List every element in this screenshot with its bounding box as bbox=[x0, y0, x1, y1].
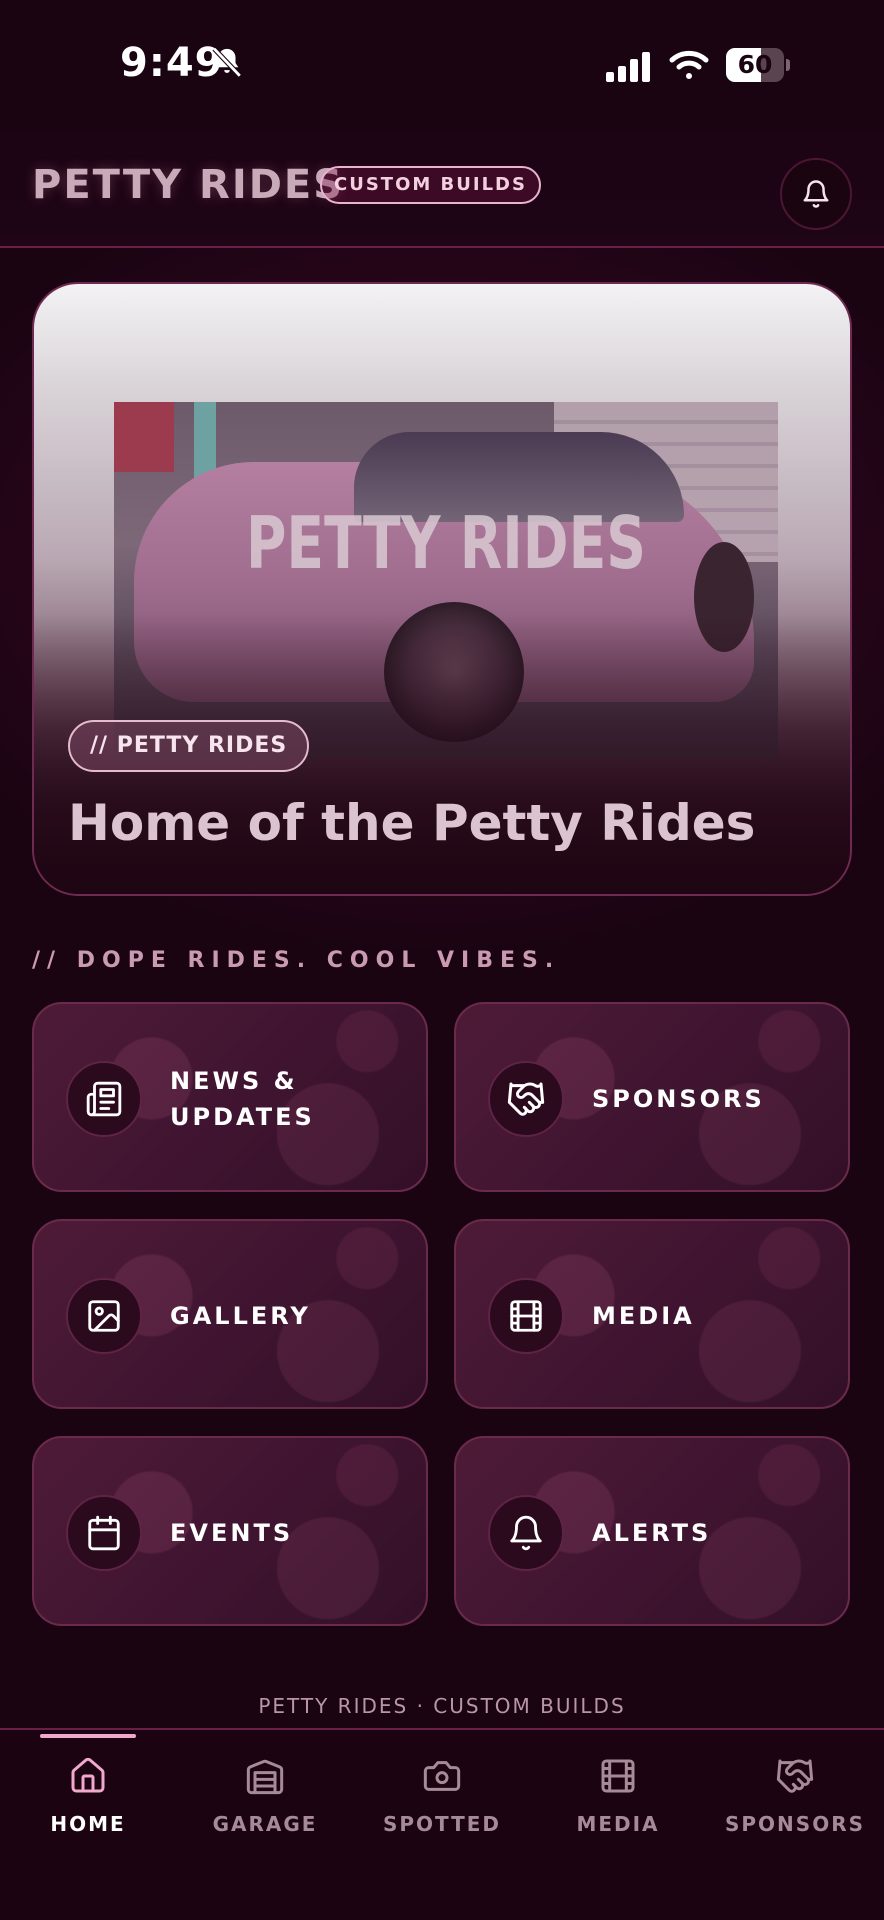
bell-icon bbox=[510, 1515, 542, 1551]
film-icon bbox=[510, 1300, 542, 1332]
nav-media[interactable]: MEDIA bbox=[538, 1756, 698, 1836]
nav-home[interactable]: HOME bbox=[8, 1756, 168, 1836]
bottom-nav: HOME GARAGE SPOTTED MEDIA SPONSORS bbox=[0, 1728, 884, 1920]
battery-level: 60 bbox=[737, 50, 773, 79]
app-header: PETTY RIDES CUSTOM BUILDS bbox=[0, 130, 884, 248]
film-icon bbox=[601, 1759, 635, 1793]
tile-gallery[interactable]: GALLERY bbox=[32, 1219, 428, 1409]
petty-rides-logo: PETTY RIDES bbox=[246, 502, 646, 580]
garage-icon bbox=[246, 1759, 284, 1795]
bell-icon bbox=[803, 180, 829, 208]
tile-events[interactable]: EVENTS bbox=[32, 1436, 428, 1626]
hero-tag: // PETTY RIDES bbox=[68, 720, 310, 772]
bell-off-icon bbox=[212, 47, 242, 78]
tile-alerts[interactable]: ALERTS bbox=[454, 1436, 850, 1626]
camera-icon bbox=[423, 1761, 461, 1791]
calendar-icon bbox=[88, 1515, 120, 1551]
tile-label: ALERTS bbox=[592, 1519, 712, 1547]
nav-label: SPOTTED bbox=[382, 1812, 502, 1836]
battery-indicator: 60 bbox=[726, 48, 790, 82]
tile-media[interactable]: MEDIA bbox=[454, 1219, 850, 1409]
nav-label: HOME bbox=[50, 1812, 126, 1836]
newspaper-icon bbox=[86, 1081, 122, 1117]
nav-label: SPONSORS bbox=[724, 1812, 865, 1836]
tile-label: GALLERY bbox=[170, 1302, 311, 1330]
nav-label: MEDIA bbox=[576, 1812, 660, 1836]
image-icon bbox=[88, 1300, 120, 1332]
tile-news-updates[interactable]: NEWS & UPDATES bbox=[32, 1002, 428, 1192]
hero-card[interactable]: PETTY RIDES // PETTY RIDES Home of the P… bbox=[32, 282, 852, 896]
cellular-signal-icon bbox=[606, 52, 650, 82]
nav-spotted[interactable]: SPOTTED bbox=[362, 1756, 522, 1836]
tile-label: SPONSORS bbox=[592, 1085, 765, 1113]
handshake-icon bbox=[507, 1082, 545, 1116]
status-bar: 9:49 60 bbox=[0, 0, 884, 130]
handshake-icon bbox=[776, 1759, 814, 1793]
footer-caption: PETTY RIDES · CUSTOM BUILDS bbox=[258, 1694, 626, 1718]
custom-builds-badge: CUSTOM BUILDS bbox=[320, 166, 541, 204]
tile-sponsors[interactable]: SPONSORS bbox=[454, 1002, 850, 1192]
hero-title: Home of the Petty Rides bbox=[68, 794, 756, 852]
tile-label: NEWS & UPDATES bbox=[170, 1067, 315, 1131]
home-icon bbox=[71, 1757, 105, 1793]
nav-sponsors[interactable]: SPONSORS bbox=[715, 1756, 875, 1836]
nav-label: GARAGE bbox=[212, 1812, 318, 1836]
svg-text:PETTY RIDES: PETTY RIDES bbox=[246, 502, 646, 580]
brand-title: PETTY RIDES bbox=[32, 162, 345, 208]
status-time: 9:49 bbox=[120, 40, 224, 86]
wifi-icon bbox=[669, 50, 709, 79]
nav-garage[interactable]: GARAGE bbox=[185, 1756, 345, 1836]
active-tab-indicator bbox=[40, 1734, 136, 1738]
tile-label: EVENTS bbox=[170, 1519, 294, 1547]
notifications-button[interactable] bbox=[780, 158, 852, 230]
section-tagline: // DOPE RIDES. COOL VIBES. bbox=[32, 948, 561, 973]
tile-label: MEDIA bbox=[592, 1302, 695, 1330]
